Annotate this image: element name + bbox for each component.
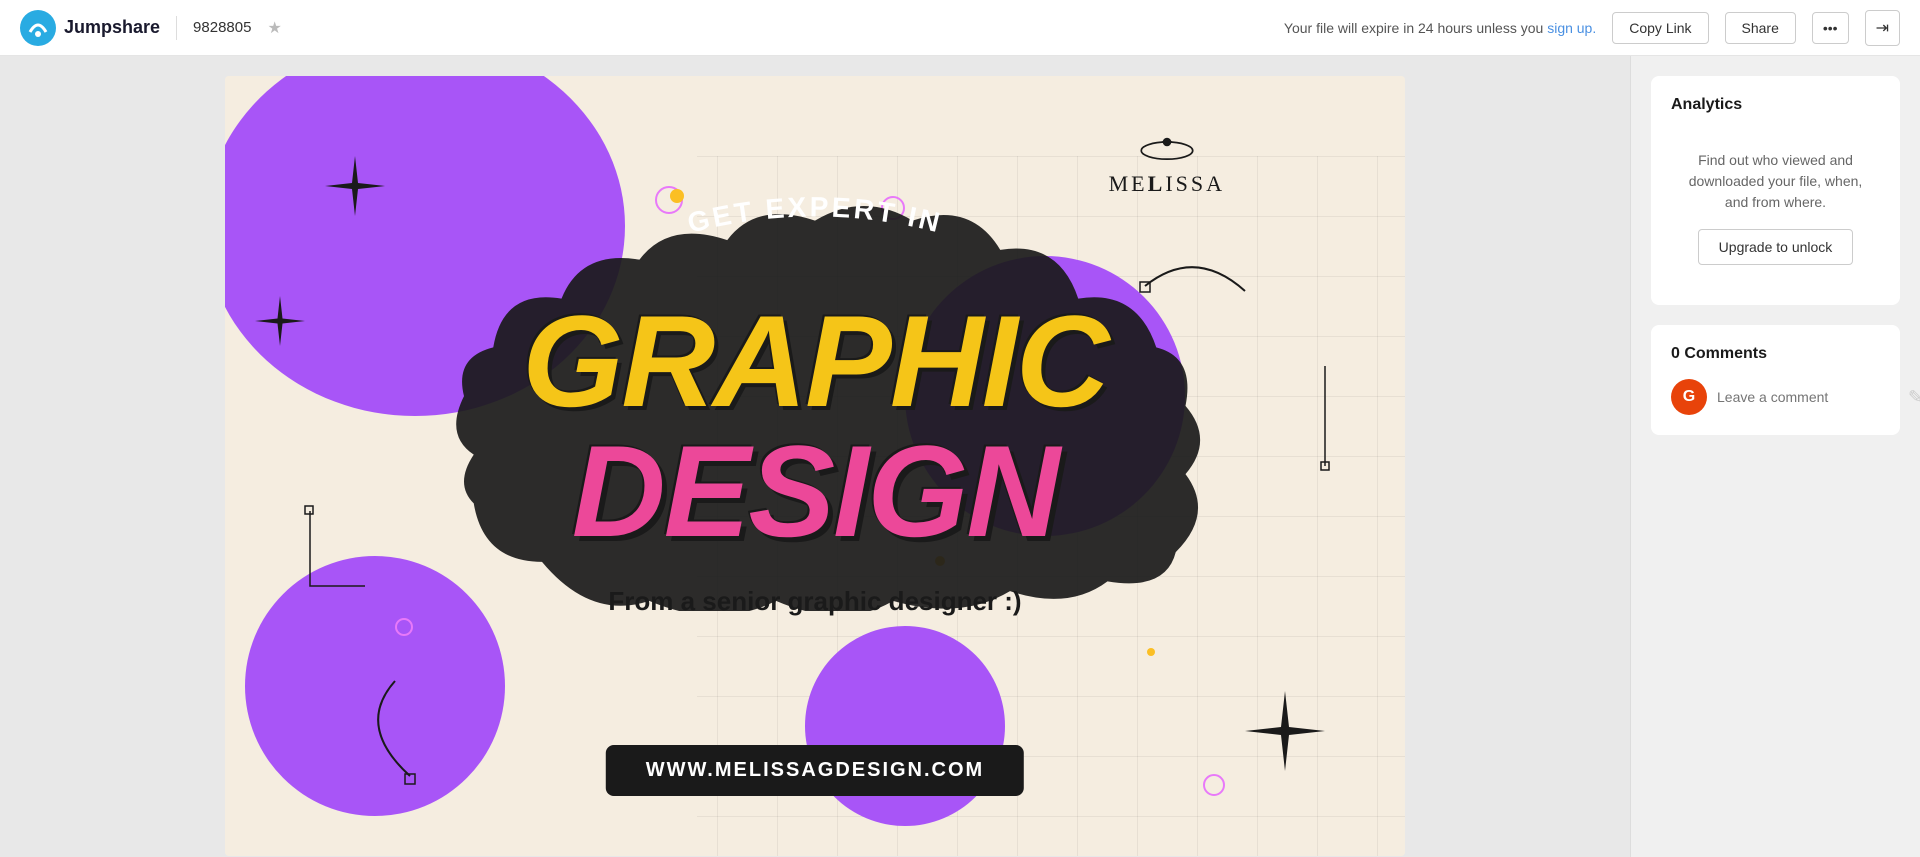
sparkle-bottom-right bbox=[1245, 691, 1325, 776]
preview-area: MEMELISSALISSA GET EXPERT IN bbox=[0, 56, 1630, 857]
sidebar: Analytics Find out who viewed and downlo… bbox=[1630, 56, 1920, 857]
jumpshare-logo-icon bbox=[20, 10, 56, 46]
main-content-area: MEMELISSALISSA GET EXPERT IN bbox=[0, 56, 1920, 857]
melissa-logo: MEMELISSALISSA bbox=[1109, 136, 1225, 197]
analytics-desc: Find out who viewed and downloaded your … bbox=[1681, 150, 1870, 213]
deco-dot-yellow-3 bbox=[1147, 648, 1155, 656]
subtitle-text: From a senior graphic designer :) bbox=[608, 586, 1021, 617]
image-container: MEMELISSALISSA GET EXPERT IN bbox=[225, 76, 1405, 856]
exit-button[interactable]: ⇥ bbox=[1865, 10, 1900, 46]
comments-card: 0 Comments G ✎ bbox=[1651, 325, 1900, 435]
svg-text:GET EXPERT IN: GET EXPERT IN bbox=[684, 194, 945, 239]
deco-circle-5 bbox=[1203, 774, 1225, 796]
orbit-icon bbox=[1137, 136, 1197, 166]
star-icon[interactable]: ★ bbox=[267, 18, 281, 38]
sign-up-link[interactable]: sign up. bbox=[1547, 20, 1596, 36]
graphic-design-canvas: MEMELISSALISSA GET EXPERT IN bbox=[225, 76, 1405, 856]
logo-link[interactable]: Jumpshare bbox=[20, 10, 160, 46]
header-divider bbox=[176, 16, 177, 40]
file-name: 9828805 bbox=[193, 19, 251, 36]
deco-circle-4 bbox=[395, 618, 413, 636]
more-options-button[interactable]: ••• bbox=[1812, 12, 1849, 44]
expiry-text-part: Your file will expire in 24 hours unless… bbox=[1284, 20, 1543, 36]
analytics-card: Analytics Find out who viewed and downlo… bbox=[1651, 76, 1900, 305]
comments-title: 0 Comments bbox=[1671, 345, 1880, 363]
user-icon[interactable]: ✎ bbox=[1908, 387, 1920, 408]
sparkle-left bbox=[255, 296, 305, 351]
expert-in-banner: GET EXPERT IN bbox=[565, 194, 1065, 279]
share-button[interactable]: Share bbox=[1725, 12, 1796, 44]
upgrade-to-unlock-button[interactable]: Upgrade to unlock bbox=[1698, 229, 1854, 265]
user-avatar: G bbox=[1671, 379, 1707, 415]
analytics-title: Analytics bbox=[1671, 96, 1880, 114]
sparkle-top-left bbox=[325, 156, 385, 221]
comment-input[interactable] bbox=[1717, 389, 1898, 405]
url-badge: WWW.MELISSAGDESIGN.COM bbox=[606, 745, 1024, 796]
graphic-text: GRAPHIC bbox=[522, 286, 1107, 436]
analytics-body: Find out who viewed and downloaded your … bbox=[1671, 130, 1880, 285]
comment-input-row: G ✎ bbox=[1671, 379, 1880, 415]
circle-bottom-right bbox=[805, 626, 1005, 826]
copy-link-button[interactable]: Copy Link bbox=[1612, 12, 1708, 44]
expiry-message: Your file will expire in 24 hours unless… bbox=[1284, 20, 1596, 36]
logo-text: Jumpshare bbox=[64, 17, 160, 38]
header: Jumpshare 9828805 ★ Your file will expir… bbox=[0, 0, 1920, 56]
design-text: DESIGN bbox=[572, 416, 1058, 566]
exit-icon: ⇥ bbox=[1876, 20, 1889, 37]
